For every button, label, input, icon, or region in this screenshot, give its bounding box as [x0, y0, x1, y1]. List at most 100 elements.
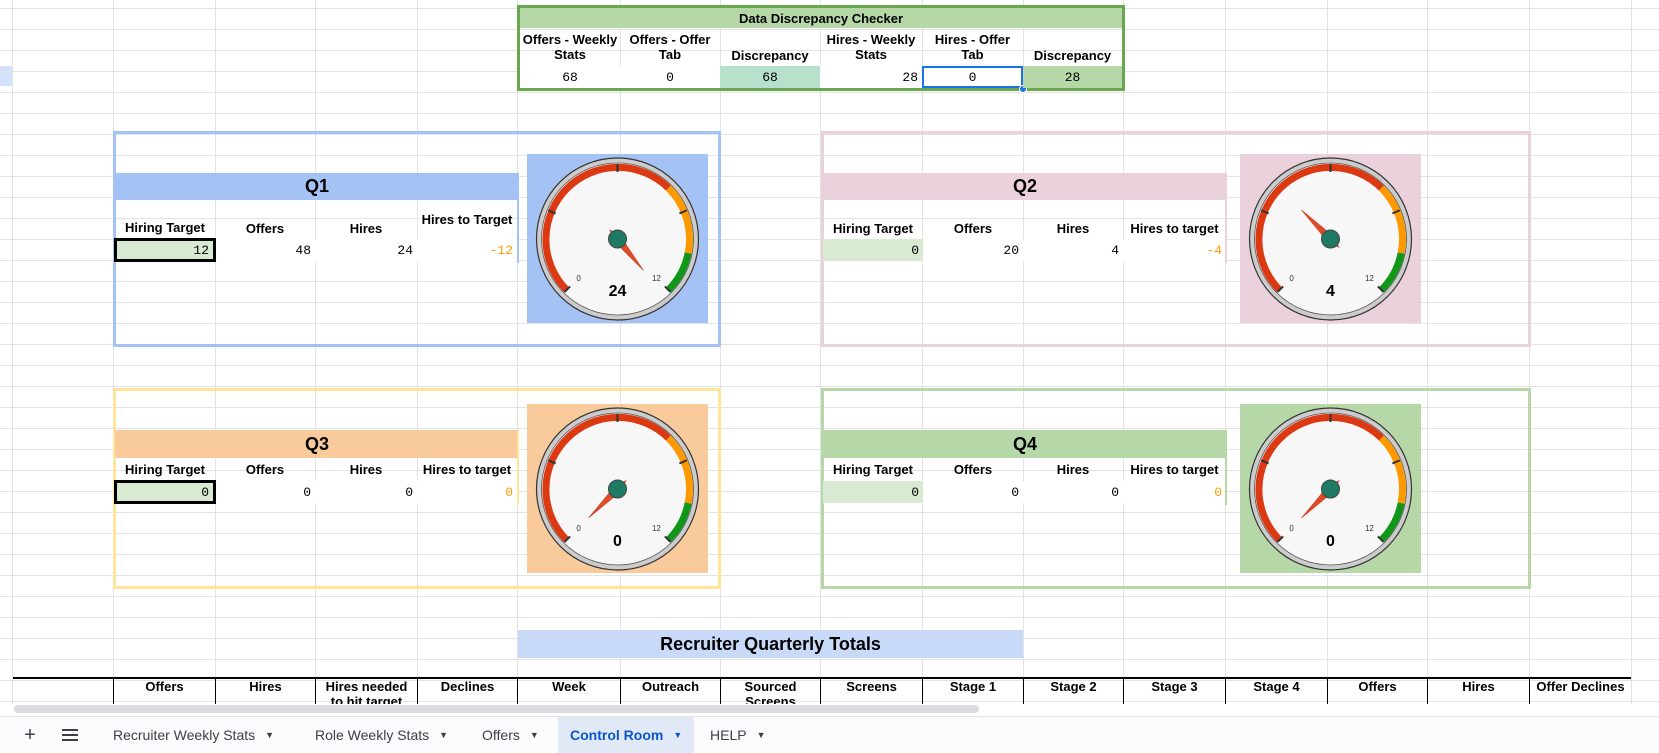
all-sheets-menu-icon[interactable]	[60, 717, 80, 753]
checker-header-discrepancy-hires[interactable]: Discrepancy	[1023, 28, 1122, 66]
row-header-highlight	[0, 66, 12, 86]
recruiter-header-cell[interactable]: Sourced Screens	[720, 679, 820, 704]
checker-header-discrepancy-offers[interactable]: Discrepancy	[720, 28, 820, 66]
tab-label: HELP	[710, 727, 747, 743]
gauge-min-label: 0	[1289, 524, 1294, 533]
q3-table-border	[517, 430, 519, 505]
q4-header-hires[interactable]: Hires	[1023, 458, 1123, 480]
q4-value-hires-to-target[interactable]: 0	[1123, 481, 1226, 503]
q1-value-hires[interactable]: 24	[315, 239, 417, 261]
gauge-min-label: 0	[576, 524, 581, 533]
checker-header-offers-tab[interactable]: Offers - Offer Tab	[620, 28, 720, 66]
checker-value-hires-weekly[interactable]: 28	[820, 66, 922, 88]
tab-dropdown-icon[interactable]: ▼	[439, 730, 448, 740]
gauge-value: 0	[1326, 533, 1335, 550]
recruiter-header-cell[interactable]: Stage 2	[1023, 679, 1123, 704]
gauge-value: 24	[608, 283, 627, 300]
recruiter-header-cell[interactable]: Offer Declines	[1529, 679, 1631, 704]
checker-header-hires-tab[interactable]: Hires - Offer Tab	[922, 28, 1023, 66]
spreadsheet-grid[interactable]: Data Discrepancy Checker Offers - Weekly…	[0, 0, 1659, 704]
recruiter-header-cell[interactable]: Stage 3	[1123, 679, 1225, 704]
q3-value-hires-to-target[interactable]: 0	[417, 481, 517, 503]
checker-value-hires-tab-selected[interactable]: 0	[922, 66, 1023, 88]
recruiter-header-cell[interactable]: Week	[517, 679, 620, 704]
recruiter-header-cell[interactable]: Stage 4	[1225, 679, 1327, 704]
q1-header-hires-to-target[interactable]: Hires to Target	[417, 200, 517, 238]
q1-header-offers[interactable]: Offers	[215, 200, 315, 238]
tab-help[interactable]: HELP ▼	[698, 717, 778, 753]
q3-value-hires[interactable]: 0	[315, 481, 417, 503]
gauge-hub	[608, 229, 627, 249]
q3-header-hires-to-target[interactable]: Hires to target	[417, 458, 517, 480]
q2-header-hiring-target[interactable]: Hiring Target	[823, 200, 923, 238]
tab-offers[interactable]: Offers ▼	[470, 717, 551, 753]
q1-value-offers[interactable]: 48	[216, 239, 315, 261]
q2-header-hires[interactable]: Hires	[1023, 200, 1123, 238]
gauge-hub	[1321, 229, 1340, 249]
checker-value-offers-tab[interactable]: 0	[620, 66, 720, 88]
q2-table-border	[1225, 173, 1227, 263]
tab-dropdown-icon[interactable]: ▼	[265, 730, 274, 740]
sheet-tab-bar: + Recruiter Weekly Stats ▼ Role Weekly St…	[0, 716, 1659, 753]
q1-header-hires[interactable]: Hires	[315, 200, 417, 238]
q2-value-hires-to-target[interactable]: -4	[1123, 239, 1226, 261]
tab-label: Control Room	[570, 727, 664, 743]
q4-header-hires-to-target[interactable]: Hires to target	[1123, 458, 1226, 480]
q1-value-hiring-target[interactable]: 12	[114, 238, 216, 262]
tab-control-room[interactable]: Control Room ▼	[558, 717, 695, 753]
recruiter-header-cell[interactable]: Hires	[1427, 679, 1529, 704]
gauge-value: 0	[613, 533, 622, 550]
q1-header-hiring-target[interactable]: Hiring Target	[115, 200, 215, 238]
checker-header-hires-weekly[interactable]: Hires - Weekly Stats	[820, 28, 922, 66]
q1-gauge: 0 12 24	[527, 154, 708, 323]
q3-header-hires[interactable]: Hires	[315, 458, 417, 480]
q4-header-offers[interactable]: Offers	[923, 458, 1023, 480]
recruiter-header-cell[interactable]: Offers	[1327, 679, 1427, 704]
q4-table-border	[1225, 430, 1227, 505]
recruiter-totals-title: Recruiter Quarterly Totals	[518, 630, 1023, 658]
gauge-max-label: 12	[652, 524, 661, 533]
recruiter-header-cell[interactable]: Outreach	[620, 679, 720, 704]
horizontal-scrollbar[interactable]	[14, 705, 979, 713]
recruiter-header-cell[interactable]: Screens	[820, 679, 922, 704]
q2-header-hires-to-target[interactable]: Hires to target	[1123, 200, 1226, 238]
tab-dropdown-icon[interactable]: ▼	[673, 730, 682, 740]
checker-value-discrepancy-hires[interactable]: 28	[1023, 66, 1122, 88]
recruiter-header-cell[interactable]: Stage 1	[922, 679, 1023, 704]
gauge-hub	[1321, 479, 1340, 499]
q4-value-hiring-target[interactable]: 0	[823, 481, 923, 503]
gauge-hub	[608, 479, 627, 499]
add-sheet-button[interactable]: +	[20, 717, 40, 753]
q3-header-hiring-target[interactable]: Hiring Target	[115, 458, 215, 480]
q2-value-hiring-target[interactable]: 0	[823, 239, 923, 261]
tab-label: Offers	[482, 727, 520, 743]
checker-header-offers-weekly[interactable]: Offers - Weekly Stats	[520, 28, 620, 66]
q3-value-hiring-target[interactable]: 0	[114, 480, 216, 504]
q3-header-offers[interactable]: Offers	[215, 458, 315, 480]
checker-value-discrepancy-offers[interactable]: 68	[720, 66, 820, 88]
tab-dropdown-icon[interactable]: ▼	[757, 730, 766, 740]
tab-dropdown-icon[interactable]: ▼	[530, 730, 539, 740]
q4-value-hires[interactable]: 0	[1023, 481, 1123, 503]
recruiter-header-cell[interactable]: Hires	[215, 679, 315, 704]
q1-table-border	[517, 173, 519, 263]
q4-header-hiring-target[interactable]: Hiring Target	[823, 458, 923, 480]
q2-value-hires[interactable]: 4	[1023, 239, 1123, 261]
recruiter-header-cell[interactable]: Declines	[417, 679, 517, 704]
q4-value-offers[interactable]: 0	[923, 481, 1023, 503]
gauge-value: 4	[1326, 283, 1335, 300]
recruiter-header-blank	[113, 679, 114, 704]
recruiter-header-cell[interactable]: Hires needed to hit target	[315, 679, 417, 704]
q2-header-offers[interactable]: Offers	[923, 200, 1023, 238]
checker-value-offers-weekly[interactable]: 68	[520, 66, 620, 88]
q2-value-offers[interactable]: 20	[923, 239, 1023, 261]
tab-role-weekly-stats[interactable]: Role Weekly Stats ▼	[303, 717, 460, 753]
q3-gauge: 0 12 0	[527, 404, 708, 573]
gauge-min-label: 0	[1289, 274, 1294, 283]
q3-value-offers[interactable]: 0	[216, 481, 315, 503]
recruiter-header-cell[interactable]: Offers	[113, 679, 215, 704]
q4-gauge: 0 12 0	[1240, 404, 1421, 573]
q3-title: Q3	[115, 430, 519, 458]
q1-value-hires-to-target[interactable]: -12	[417, 239, 517, 261]
tab-recruiter-weekly-stats[interactable]: Recruiter Weekly Stats ▼	[101, 717, 286, 753]
